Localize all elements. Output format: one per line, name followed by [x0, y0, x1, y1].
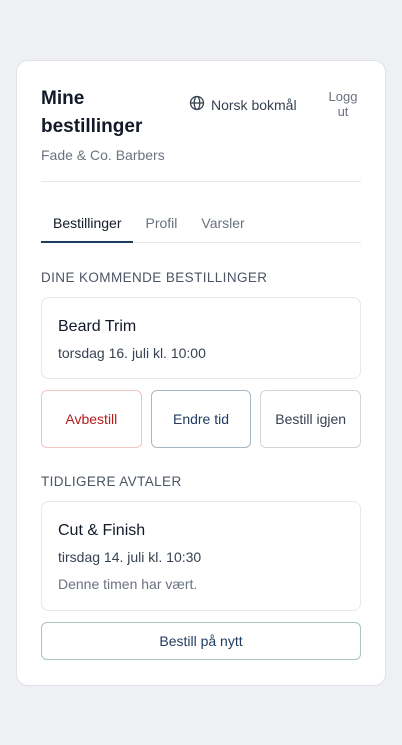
- shop-name: Fade & Co. Barbers: [41, 147, 165, 163]
- past-datetime: tirsdag 14. juli kl. 10:30: [58, 549, 202, 565]
- upcoming-section-label: DINE KOMMENDE BESTILLINGER: [41, 270, 268, 285]
- rebook-button[interactable]: Bestill på nytt: [41, 622, 361, 660]
- logout-button[interactable]: Logg ut: [325, 89, 361, 119]
- tab-notifications[interactable]: Varsler: [189, 209, 256, 243]
- upcoming-actions: Avbestill Endre tid Bestill igjen: [41, 390, 362, 448]
- tab-profile[interactable]: Profil: [133, 209, 189, 243]
- book-again-button[interactable]: Bestill igjen: [260, 390, 362, 448]
- upcoming-service-name: Beard Trim: [58, 318, 137, 335]
- language-label: Norsk bokmål: [211, 96, 297, 113]
- page-title: Mine bestillinger: [41, 88, 143, 137]
- header-divider: [41, 181, 361, 182]
- upcoming-datetime: torsdag 16. juli kl. 10:00: [58, 345, 206, 361]
- past-service-name: Cut & Finish: [58, 522, 146, 539]
- language-selector[interactable]: Norsk bokmål: [189, 95, 297, 114]
- tab-bookings[interactable]: Bestillinger: [41, 209, 134, 243]
- change-time-button[interactable]: Endre tid: [150, 390, 252, 448]
- cancel-button[interactable]: Avbestill: [41, 390, 142, 448]
- past-note: Denne timen har vært.: [58, 576, 198, 592]
- tab-bar: Bestillinger Profil Varsler: [41, 209, 361, 243]
- past-appointment-card: Cut & Finish tirsdag 14. juli kl. 10:30 …: [41, 501, 361, 611]
- upcoming-appointment-card: Beard Trim torsdag 16. juli kl. 10:00: [41, 297, 361, 379]
- bookings-card: Mine bestillinger Fade & Co. Barbers Nor…: [16, 60, 386, 686]
- past-section-label: TIDLIGERE AVTALER: [41, 474, 182, 489]
- globe-icon: [189, 95, 205, 114]
- header: Mine bestillinger Fade & Co. Barbers Nor…: [41, 85, 361, 181]
